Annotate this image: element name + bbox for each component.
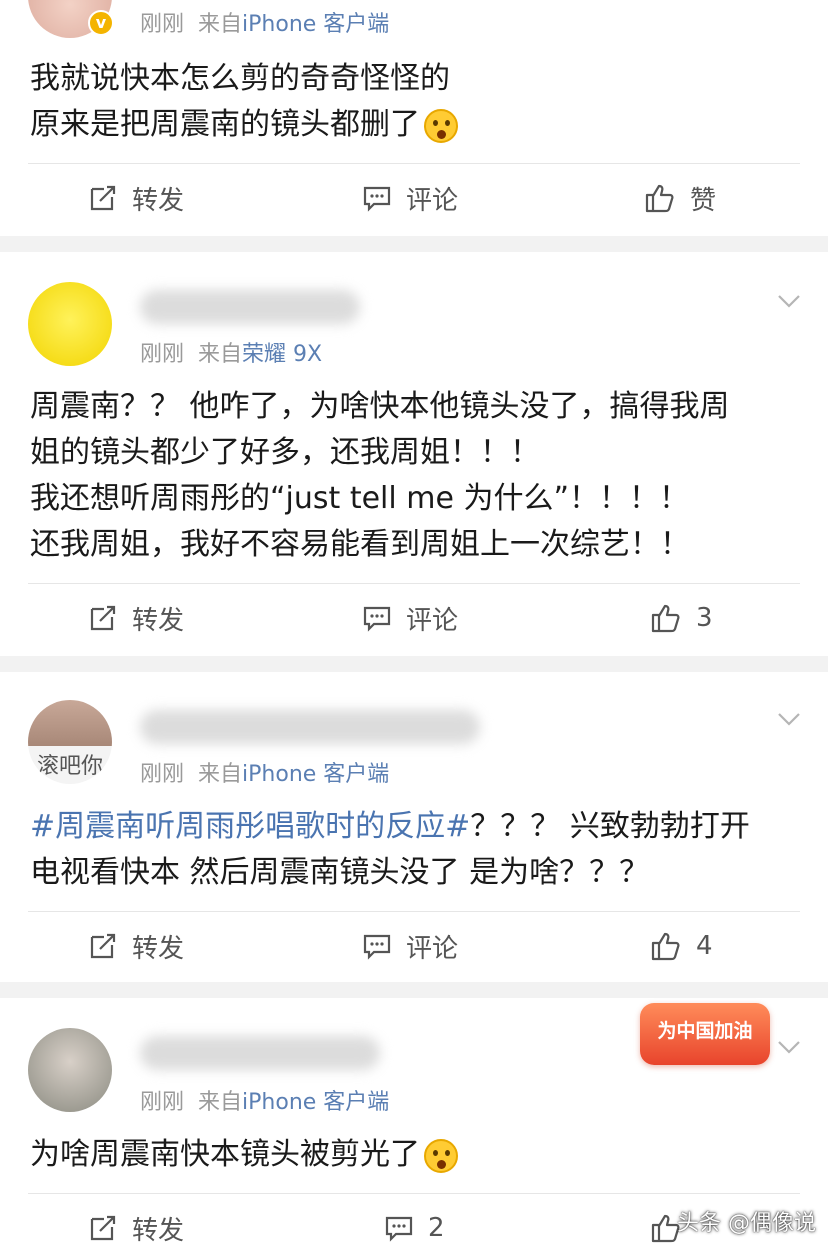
repost-button[interactable]: 转发 <box>88 178 184 218</box>
post-meta: 刚刚 来自iPhone 客户端 <box>140 756 389 788</box>
repost-button[interactable]: 转发 <box>88 926 184 966</box>
weibo-comment-feed: v 刚刚 来自iPhone 客户端 我就说快本怎么剪的奇奇怪怪的 原来是把周震南… <box>0 0 828 1253</box>
watermark: 头条 @偶像说 <box>677 1211 816 1236</box>
avatar[interactable]: 滚吧你 <box>28 700 112 784</box>
comment-icon <box>363 606 391 632</box>
comment-button[interactable]: 评论 <box>362 598 458 638</box>
like-button[interactable]: 赞 <box>644 178 716 218</box>
repost-label: 转发 <box>132 605 185 636</box>
source-prefix: 来自 <box>198 762 243 787</box>
comment-label: 评论 <box>406 605 459 636</box>
comment-label: 评论 <box>406 185 459 216</box>
post-text: 周震南？？ 他咋了，为啥快本他镜头没了，搞得我周 姐的镜头都少了好多，还我周姐！… <box>30 384 804 568</box>
comment-count: 2 <box>428 1213 445 1243</box>
comment-icon <box>363 934 391 960</box>
comment-icon <box>385 1216 413 1242</box>
repost-button[interactable]: 转发 <box>88 598 184 638</box>
verified-badge-icon: v <box>88 10 114 36</box>
post-text: #周震南听周雨彤唱歌时的反应#？？？ 兴致勃勃打开 电视看快本 然后周震南镜头没… <box>30 804 804 896</box>
avatar-caption: 滚吧你 <box>36 754 103 779</box>
text-line: 电视看快本 然后周震南镜头没了 是为啥？？？ <box>30 855 650 890</box>
post-meta: 刚刚 来自iPhone 客户端 <box>140 6 389 38</box>
text-line: 还我周姐，我好不容易能看到周姐上一次综艺！！ <box>30 527 690 562</box>
shocked-emoji-icon <box>424 108 458 143</box>
post-meta: 刚刚 来自iPhone 客户端 <box>140 1084 389 1116</box>
comment-label: 评论 <box>406 933 459 964</box>
text-line: 原来是把周震南的镜头都删了 <box>30 107 420 142</box>
post-time: 刚刚 <box>140 12 185 37</box>
repost-label: 转发 <box>132 185 185 216</box>
text-line: 我还想听周雨彤的“just tell me 为什么”！！！！ <box>30 481 690 516</box>
like-count: 3 <box>696 603 713 633</box>
username-blurred[interactable] <box>140 290 360 324</box>
source-link[interactable]: iPhone 客户端 <box>242 12 389 37</box>
post-text: 为啥周震南快本镜头被剪光了 <box>30 1132 804 1178</box>
like-button[interactable]: 4 <box>650 926 713 966</box>
divider <box>28 911 800 912</box>
repost-icon <box>90 1215 116 1241</box>
chevron-down-icon[interactable] <box>776 1034 802 1060</box>
repost-icon <box>90 605 116 631</box>
comment-button[interactable]: 评论 <box>362 926 458 966</box>
source-link[interactable]: iPhone 客户端 <box>242 1090 389 1115</box>
comment-button[interactable]: 评论 <box>362 178 458 218</box>
source-link[interactable]: 荣耀 9X <box>242 342 322 367</box>
post-meta: 刚刚 来自荣耀 9X <box>140 336 322 368</box>
post-text: 我就说快本怎么剪的奇奇怪怪的 原来是把周震南的镜头都删了 <box>30 56 804 148</box>
post-time: 刚刚 <box>140 1090 185 1115</box>
divider <box>28 583 800 584</box>
chevron-down-icon[interactable] <box>776 288 802 314</box>
topic-hashtag-link[interactable]: #周震南听周雨彤唱歌时的反应# <box>30 809 470 844</box>
text-line: 周震南？？ 他咋了，为啥快本他镜头没了，搞得我周 <box>30 389 730 424</box>
cheer-china-badge: 为中国加油 <box>640 1003 770 1065</box>
divider <box>28 1193 800 1194</box>
text-line: 为啥周震南快本镜头被剪光了 <box>30 1137 420 1172</box>
shocked-emoji-icon <box>424 1138 458 1173</box>
source-link[interactable]: iPhone 客户端 <box>242 762 389 787</box>
repost-button[interactable]: 转发 <box>88 1208 184 1248</box>
post-card: v 刚刚 来自iPhone 客户端 我就说快本怎么剪的奇奇怪怪的 原来是把周震南… <box>0 0 828 236</box>
text-line: 姐的镜头都少了好多，还我周姐！！！ <box>30 435 540 470</box>
like-button[interactable]: 3 <box>650 598 713 638</box>
thumbs-up-icon <box>651 932 680 961</box>
repost-icon <box>90 933 116 959</box>
thumbs-up-icon <box>651 604 680 633</box>
like-label: 赞 <box>690 185 717 216</box>
post-time: 刚刚 <box>140 342 185 367</box>
source-prefix: 来自 <box>198 1090 243 1115</box>
post-card: 刚刚 来自荣耀 9X 周震南？？ 他咋了，为啥快本他镜头没了，搞得我周 姐的镜头… <box>0 252 828 656</box>
repost-icon <box>90 185 116 211</box>
comment-icon <box>363 186 391 212</box>
avatar[interactable] <box>28 282 112 366</box>
thumbs-up-icon <box>645 184 674 213</box>
username-blurred[interactable] <box>140 1036 380 1070</box>
comment-button[interactable]: 2 <box>384 1208 445 1248</box>
avatar[interactable] <box>28 1028 112 1112</box>
source-prefix: 来自 <box>198 342 243 367</box>
like-count: 4 <box>696 931 713 961</box>
post-time: 刚刚 <box>140 762 185 787</box>
repost-label: 转发 <box>132 1215 185 1246</box>
divider <box>28 163 800 164</box>
repost-label: 转发 <box>132 933 185 964</box>
username-blurred[interactable] <box>140 710 480 744</box>
source-prefix: 来自 <box>198 12 243 37</box>
post-card: 滚吧你 刚刚 来自iPhone 客户端 #周震南听周雨彤唱歌时的反应#？？？ 兴… <box>0 672 828 982</box>
chevron-down-icon[interactable] <box>776 706 802 732</box>
text-line: ？？？ 兴致勃勃打开 <box>470 809 750 844</box>
text-line: 我就说快本怎么剪的奇奇怪怪的 <box>30 61 450 96</box>
